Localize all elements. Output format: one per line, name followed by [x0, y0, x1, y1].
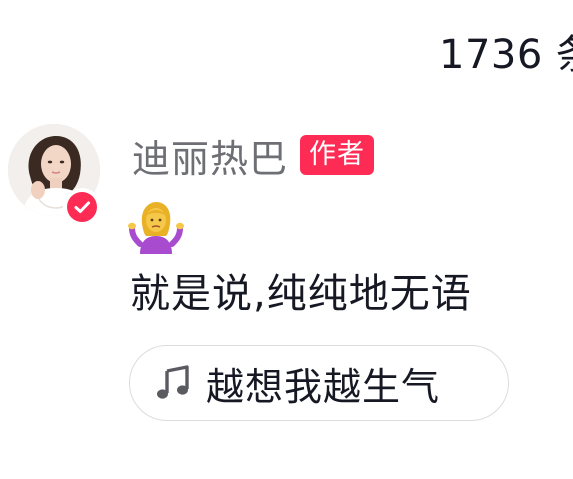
- author-name[interactable]: 迪丽热巴: [132, 128, 288, 183]
- comment-item: 迪丽热巴 作者 就是说,纯纯地无语 越想我越生气: [0, 120, 573, 440]
- comment-screen: 1736 条: [0, 0, 573, 479]
- author-row: 迪丽热巴 作者: [132, 128, 375, 183]
- author-tag-badge: 作者: [300, 135, 375, 175]
- verified-badge: [63, 188, 101, 226]
- music-tag-label: 越想我越生气: [206, 364, 441, 409]
- music-tag-button[interactable]: 越想我越生气: [129, 345, 509, 421]
- comment-text: 就是说,纯纯地无语: [130, 271, 472, 317]
- person-shrugging-emoji: [128, 198, 184, 254]
- check-icon: [67, 192, 97, 222]
- comment-count: 1736 条: [439, 32, 573, 78]
- music-note-icon: [157, 365, 189, 399]
